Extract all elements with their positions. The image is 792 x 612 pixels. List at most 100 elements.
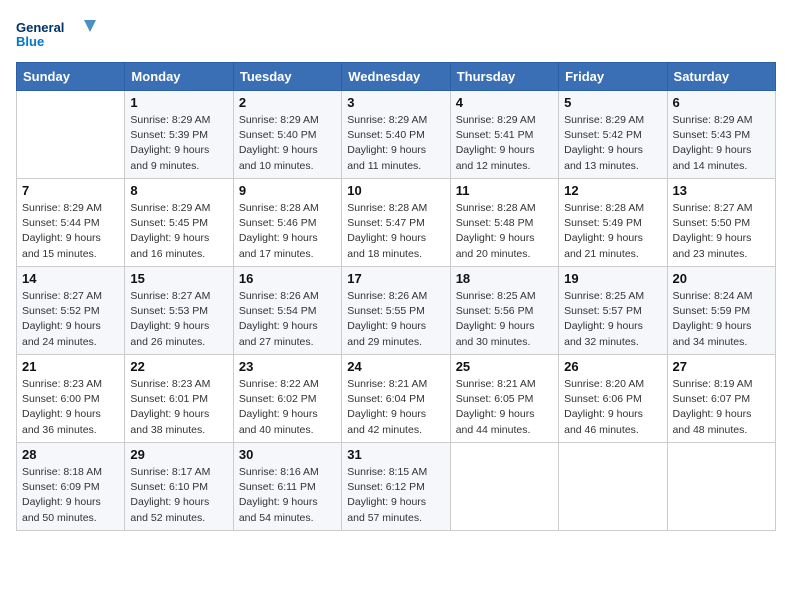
- calendar-cell: 18 Sunrise: 8:25 AMSunset: 5:56 PMDayligh…: [450, 267, 558, 355]
- day-info: Sunrise: 8:28 AMSunset: 5:47 PMDaylight:…: [347, 201, 444, 262]
- day-info: Sunrise: 8:29 AMSunset: 5:41 PMDaylight:…: [456, 113, 553, 174]
- day-info: Sunrise: 8:28 AMSunset: 5:46 PMDaylight:…: [239, 201, 336, 262]
- day-info: Sunrise: 8:21 AMSunset: 6:05 PMDaylight:…: [456, 377, 553, 438]
- day-info: Sunrise: 8:27 AMSunset: 5:53 PMDaylight:…: [130, 289, 227, 350]
- day-info: Sunrise: 8:29 AMSunset: 5:40 PMDaylight:…: [347, 113, 444, 174]
- day-number: 17: [347, 271, 444, 286]
- calendar-week-row: 1Sunrise: 8:29 AMSunset: 5:39 PMDaylight…: [17, 91, 776, 179]
- day-number: 2: [239, 95, 336, 110]
- calendar-cell: 3 Sunrise: 8:29 AMSunset: 5:40 PMDaylight…: [342, 91, 450, 179]
- calendar-cell: 16 Sunrise: 8:26 AMSunset: 5:54 PMDayligh…: [233, 267, 341, 355]
- day-number: 6: [673, 95, 770, 110]
- logo-svg: General Blue: [16, 16, 96, 52]
- day-number: 15: [130, 271, 227, 286]
- day-number: 12: [564, 183, 661, 198]
- calendar-header-row: SundayMondayTuesdayWednesdayThursdayFrid…: [17, 63, 776, 91]
- calendar-cell: 6 Sunrise: 8:29 AMSunset: 5:43 PMDaylight…: [667, 91, 775, 179]
- col-header-tuesday: Tuesday: [233, 63, 341, 91]
- day-info: Sunrise: 8:22 AMSunset: 6:02 PMDaylight:…: [239, 377, 336, 438]
- calendar-cell: 30Sunrise: 8:16 AMSunset: 6:11 PMDayligh…: [233, 443, 341, 531]
- col-header-sunday: Sunday: [17, 63, 125, 91]
- calendar-cell: 12 Sunrise: 8:28 AMSunset: 5:49 PMDayligh…: [559, 179, 667, 267]
- calendar-cell: [667, 443, 775, 531]
- day-number: 4: [456, 95, 553, 110]
- logo: General Blue: [16, 16, 96, 52]
- day-number: 22: [130, 359, 227, 374]
- day-number: 27: [673, 359, 770, 374]
- calendar-cell: [450, 443, 558, 531]
- svg-text:General: General: [16, 20, 64, 35]
- day-number: 8: [130, 183, 227, 198]
- day-info: Sunrise: 8:17 AMSunset: 6:10 PMDaylight:…: [130, 465, 227, 526]
- day-info: Sunrise: 8:29 AMSunset: 5:43 PMDaylight:…: [673, 113, 770, 174]
- day-info: Sunrise: 8:29 AMSunset: 5:42 PMDaylight:…: [564, 113, 661, 174]
- calendar-cell: 4 Sunrise: 8:29 AMSunset: 5:41 PMDaylight…: [450, 91, 558, 179]
- day-number: 5: [564, 95, 661, 110]
- day-number: 11: [456, 183, 553, 198]
- day-number: 23: [239, 359, 336, 374]
- calendar-cell: 8 Sunrise: 8:29 AMSunset: 5:45 PMDaylight…: [125, 179, 233, 267]
- day-info: Sunrise: 8:29 AMSunset: 5:40 PMDaylight:…: [239, 113, 336, 174]
- calendar-table: SundayMondayTuesdayWednesdayThursdayFrid…: [16, 62, 776, 531]
- day-number: 30: [239, 447, 336, 462]
- calendar-cell: 1Sunrise: 8:29 AMSunset: 5:39 PMDaylight…: [125, 91, 233, 179]
- page-header: General Blue: [16, 16, 776, 52]
- day-info: Sunrise: 8:26 AMSunset: 5:55 PMDaylight:…: [347, 289, 444, 350]
- day-info: Sunrise: 8:23 AMSunset: 6:01 PMDaylight:…: [130, 377, 227, 438]
- calendar-cell: 29Sunrise: 8:17 AMSunset: 6:10 PMDayligh…: [125, 443, 233, 531]
- day-number: 31: [347, 447, 444, 462]
- day-number: 16: [239, 271, 336, 286]
- day-info: Sunrise: 8:18 AMSunset: 6:09 PMDaylight:…: [22, 465, 119, 526]
- calendar-cell: 21 Sunrise: 8:23 AMSunset: 6:00 PMDayligh…: [17, 355, 125, 443]
- calendar-cell: 26Sunrise: 8:20 AMSunset: 6:06 PMDayligh…: [559, 355, 667, 443]
- day-info: Sunrise: 8:25 AMSunset: 5:56 PMDaylight:…: [456, 289, 553, 350]
- calendar-cell: 14Sunrise: 8:27 AMSunset: 5:52 PMDayligh…: [17, 267, 125, 355]
- day-number: 9: [239, 183, 336, 198]
- day-number: 21: [22, 359, 119, 374]
- day-info: Sunrise: 8:15 AMSunset: 6:12 PMDaylight:…: [347, 465, 444, 526]
- day-info: Sunrise: 8:29 AMSunset: 5:45 PMDaylight:…: [130, 201, 227, 262]
- day-info: Sunrise: 8:23 AMSunset: 6:00 PMDaylight:…: [22, 377, 119, 438]
- calendar-cell: 23 Sunrise: 8:22 AMSunset: 6:02 PMDayligh…: [233, 355, 341, 443]
- day-number: 14: [22, 271, 119, 286]
- calendar-week-row: 21 Sunrise: 8:23 AMSunset: 6:00 PMDayligh…: [17, 355, 776, 443]
- calendar-cell: 19 Sunrise: 8:25 AMSunset: 5:57 PMDayligh…: [559, 267, 667, 355]
- calendar-cell: 28 Sunrise: 8:18 AMSunset: 6:09 PMDayligh…: [17, 443, 125, 531]
- calendar-cell: 31 Sunrise: 8:15 AMSunset: 6:12 PMDayligh…: [342, 443, 450, 531]
- day-number: 24: [347, 359, 444, 374]
- calendar-cell: 24 Sunrise: 8:21 AMSunset: 6:04 PMDayligh…: [342, 355, 450, 443]
- calendar-cell: 7 Sunrise: 8:29 AMSunset: 5:44 PMDaylight…: [17, 179, 125, 267]
- day-info: Sunrise: 8:26 AMSunset: 5:54 PMDaylight:…: [239, 289, 336, 350]
- day-info: Sunrise: 8:29 AMSunset: 5:44 PMDaylight:…: [22, 201, 119, 262]
- day-number: 7: [22, 183, 119, 198]
- day-number: 10: [347, 183, 444, 198]
- day-number: 1: [130, 95, 227, 110]
- day-number: 20: [673, 271, 770, 286]
- calendar-cell: 20 Sunrise: 8:24 AMSunset: 5:59 PMDayligh…: [667, 267, 775, 355]
- day-number: 28: [22, 447, 119, 462]
- day-number: 3: [347, 95, 444, 110]
- calendar-cell: 5 Sunrise: 8:29 AMSunset: 5:42 PMDaylight…: [559, 91, 667, 179]
- day-number: 19: [564, 271, 661, 286]
- calendar-cell: 22 Sunrise: 8:23 AMSunset: 6:01 PMDayligh…: [125, 355, 233, 443]
- col-header-monday: Monday: [125, 63, 233, 91]
- day-info: Sunrise: 8:21 AMSunset: 6:04 PMDaylight:…: [347, 377, 444, 438]
- calendar-week-row: 7 Sunrise: 8:29 AMSunset: 5:44 PMDaylight…: [17, 179, 776, 267]
- calendar-cell: 10 Sunrise: 8:28 AMSunset: 5:47 PMDayligh…: [342, 179, 450, 267]
- day-info: Sunrise: 8:28 AMSunset: 5:48 PMDaylight:…: [456, 201, 553, 262]
- calendar-cell: 27 Sunrise: 8:19 AMSunset: 6:07 PMDayligh…: [667, 355, 775, 443]
- day-number: 18: [456, 271, 553, 286]
- day-info: Sunrise: 8:25 AMSunset: 5:57 PMDaylight:…: [564, 289, 661, 350]
- col-header-saturday: Saturday: [667, 63, 775, 91]
- day-info: Sunrise: 8:19 AMSunset: 6:07 PMDaylight:…: [673, 377, 770, 438]
- calendar-cell: 9 Sunrise: 8:28 AMSunset: 5:46 PMDaylight…: [233, 179, 341, 267]
- day-number: 13: [673, 183, 770, 198]
- day-info: Sunrise: 8:20 AMSunset: 6:06 PMDaylight:…: [564, 377, 661, 438]
- calendar-week-row: 14Sunrise: 8:27 AMSunset: 5:52 PMDayligh…: [17, 267, 776, 355]
- calendar-cell: 17 Sunrise: 8:26 AMSunset: 5:55 PMDayligh…: [342, 267, 450, 355]
- col-header-thursday: Thursday: [450, 63, 558, 91]
- day-info: Sunrise: 8:27 AMSunset: 5:50 PMDaylight:…: [673, 201, 770, 262]
- day-info: Sunrise: 8:28 AMSunset: 5:49 PMDaylight:…: [564, 201, 661, 262]
- day-info: Sunrise: 8:24 AMSunset: 5:59 PMDaylight:…: [673, 289, 770, 350]
- calendar-cell: 13 Sunrise: 8:27 AMSunset: 5:50 PMDayligh…: [667, 179, 775, 267]
